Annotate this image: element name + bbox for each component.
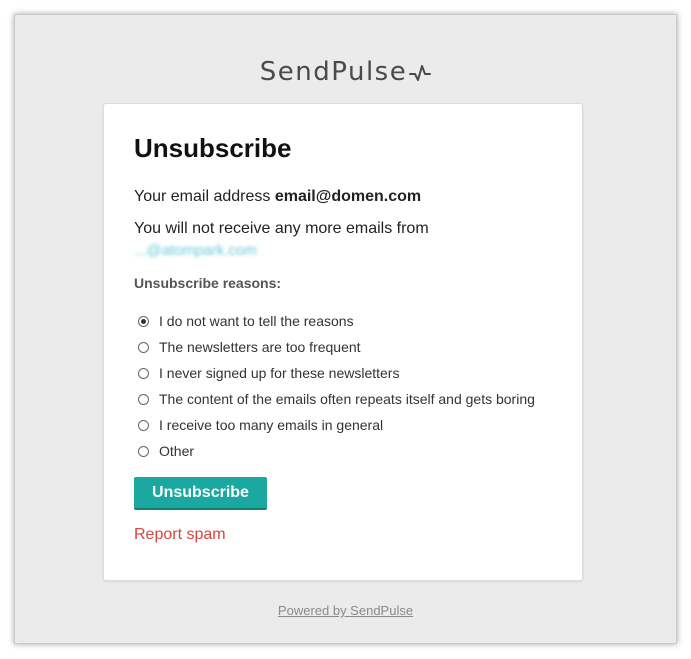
reason-option[interactable]: Other [138,438,535,464]
sender-address-blurred: ...@atompark.com [134,242,257,259]
pulse-icon [409,65,432,81]
reasons-list: I do not want to tell the reasons The ne… [138,308,535,464]
email-prefix: Your email address [134,188,271,205]
powered-by-link[interactable]: Powered by SendPulse [15,603,676,618]
reason-label: I do not want to tell the reasons [159,313,354,329]
reason-option[interactable]: I never signed up for these newsletters [138,360,535,386]
reason-option[interactable]: The newsletters are too frequent [138,334,535,360]
radio-button[interactable] [138,419,149,431]
page-frame: SendPulse Unsubscribe Your email address… [14,14,677,644]
reason-option[interactable]: I do not want to tell the reasons [138,308,535,334]
sendpulse-logo: SendPulse [15,55,676,89]
radio-button[interactable] [138,315,149,327]
unsubscribe-button[interactable]: Unsubscribe [134,477,267,510]
reason-label: I receive too many emails in general [159,417,384,433]
radio-button[interactable] [138,367,149,379]
page-title: Unsubscribe [134,133,292,163]
email-address: email@domen.com [274,188,422,205]
from-text: You will not receive any more emails fro… [134,220,429,237]
reason-label: I never signed up for these newsletters [159,365,400,381]
reason-label: Other [159,443,195,459]
radio-button[interactable] [138,445,149,457]
reasons-label: Unsubscribe reasons: [134,275,282,291]
unsubscribe-card: Unsubscribe Your email address email@dom… [103,103,583,581]
reason-option[interactable]: The content of the emails often repeats … [138,386,535,412]
radio-button[interactable] [138,341,149,353]
radio-button[interactable] [138,393,149,405]
reason-option[interactable]: I receive too many emails in general [138,412,535,438]
reason-label: The content of the emails often repeats … [159,391,535,407]
logo-text: SendPulse [259,57,408,87]
reason-label: The newsletters are too frequent [159,339,361,355]
email-address-line: Your email address email@domen.com [134,186,421,208]
report-spam-link[interactable]: Report spam [134,524,226,546]
